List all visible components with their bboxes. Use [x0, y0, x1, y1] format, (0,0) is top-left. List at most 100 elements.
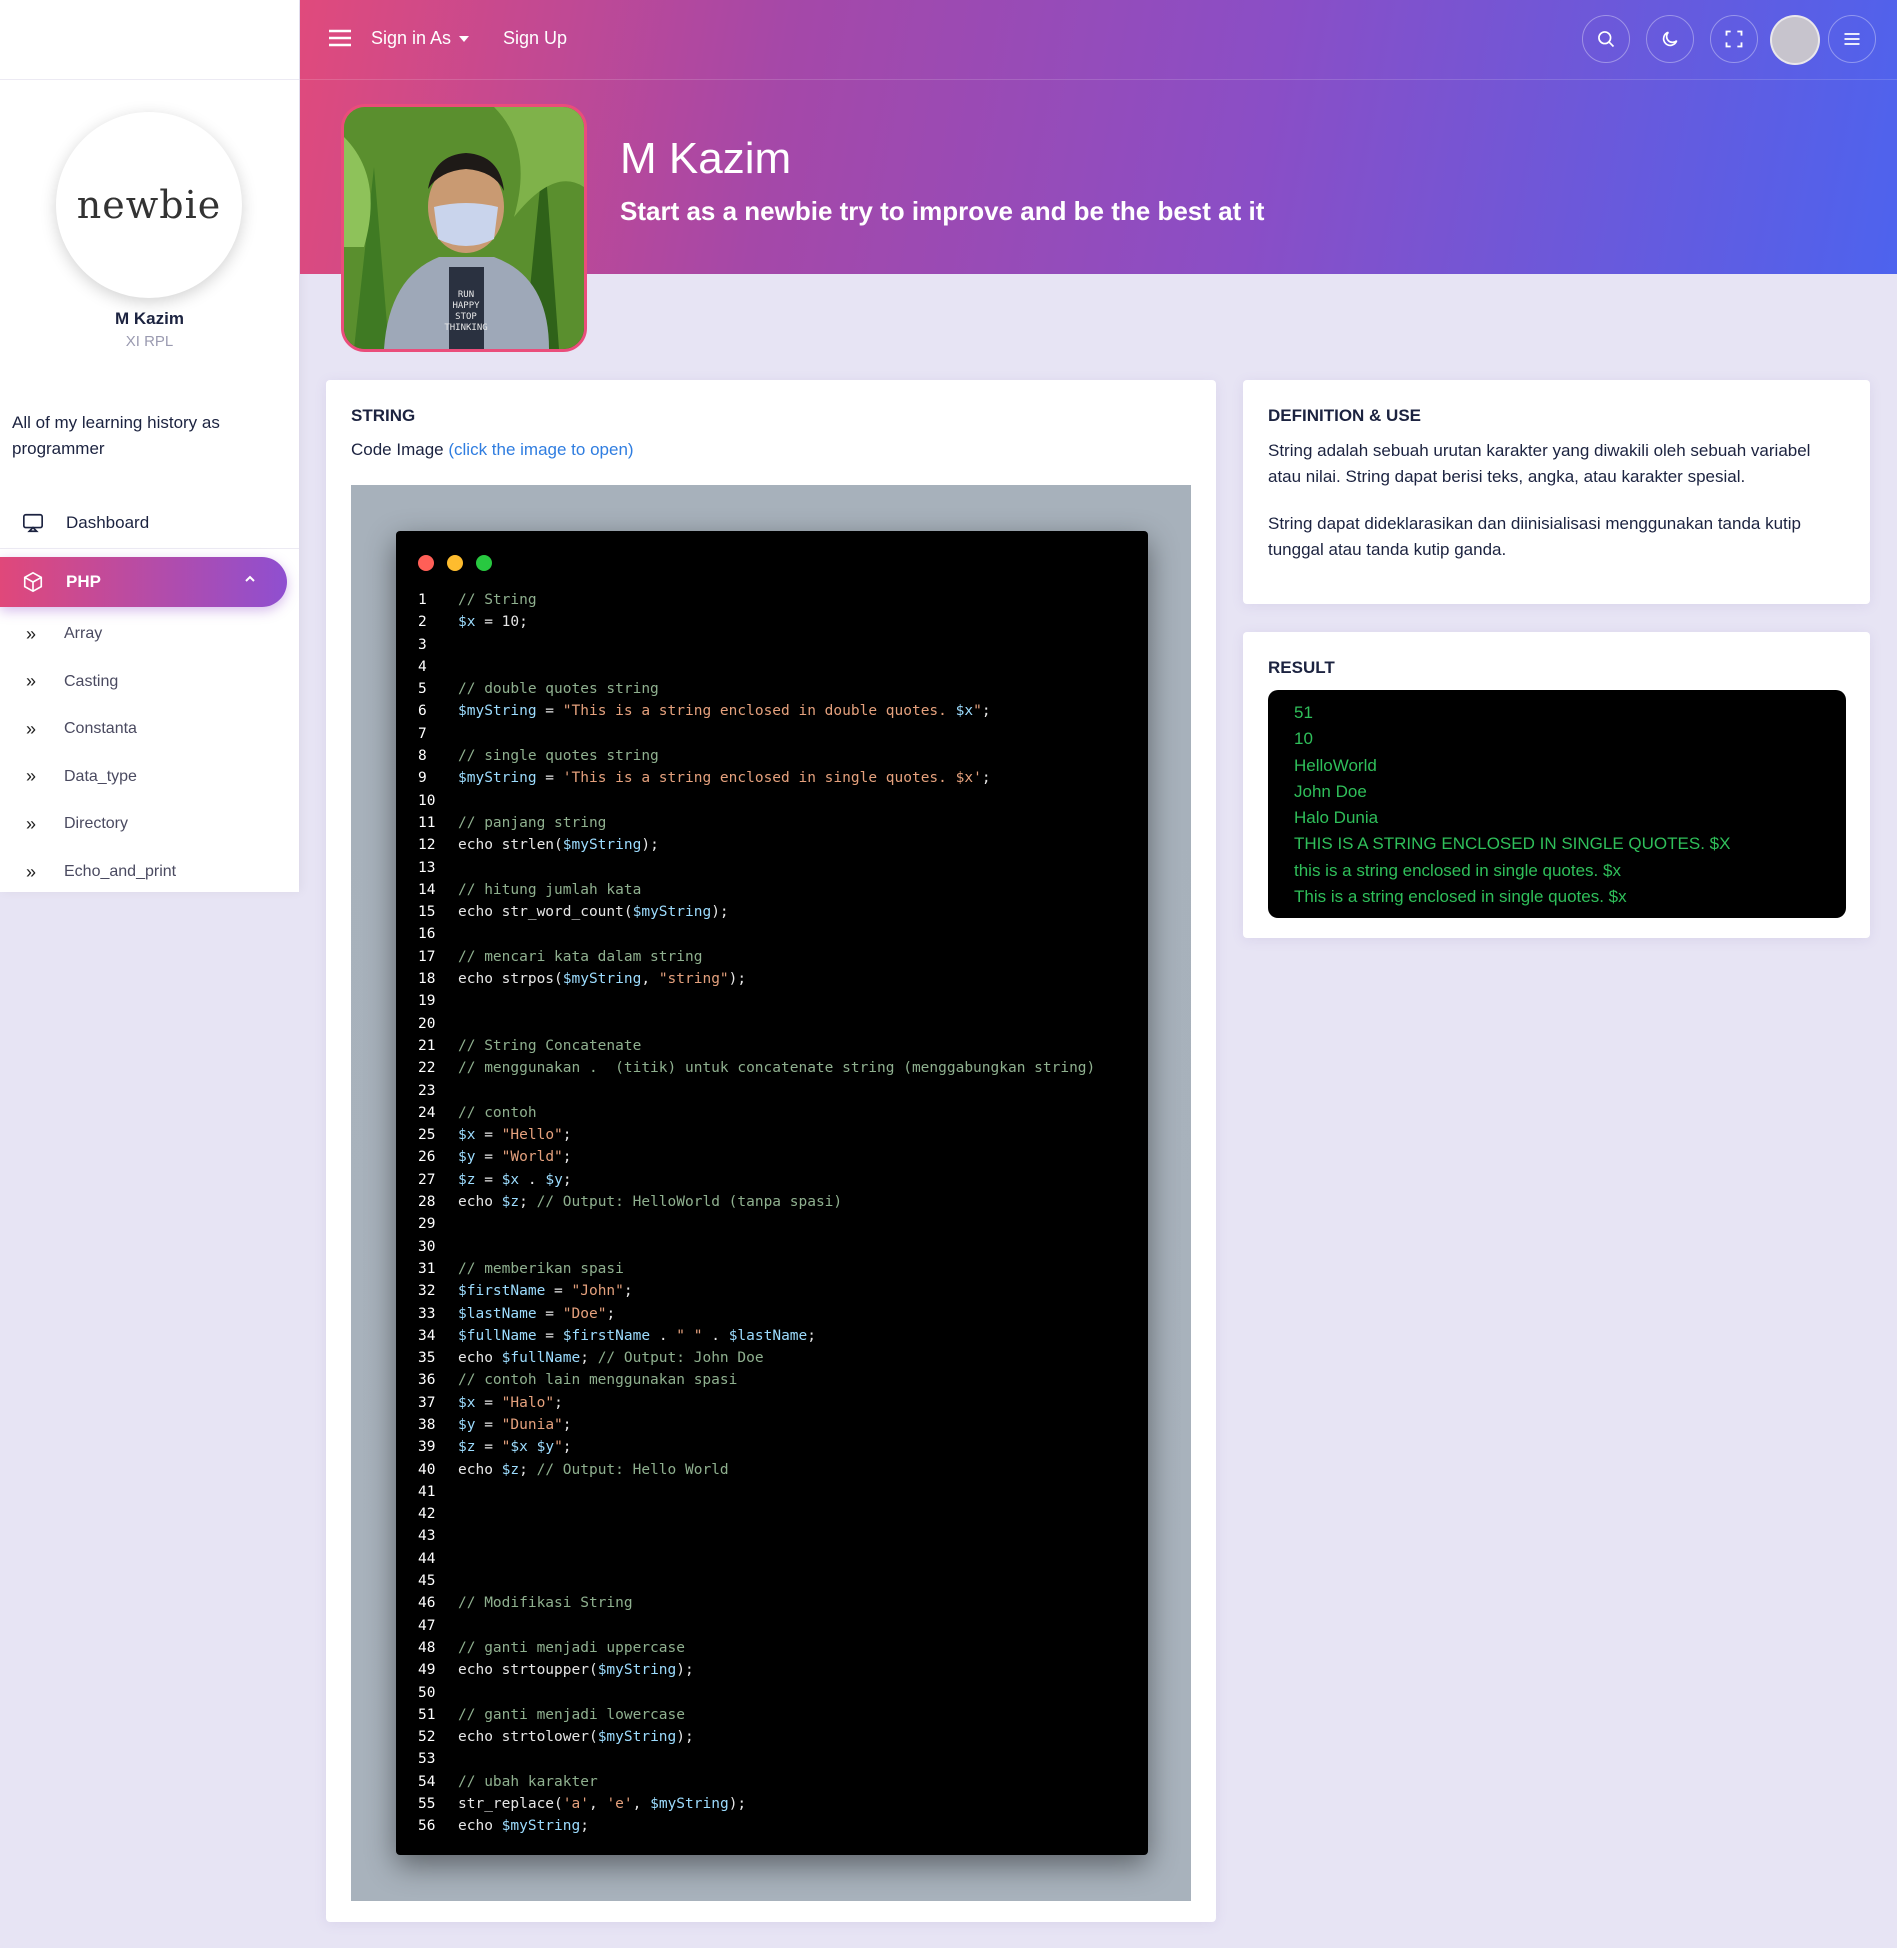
line-number: 9	[418, 770, 427, 787]
line-number: 6	[418, 703, 427, 720]
code-token: ;	[554, 1394, 563, 1411]
code-line: 45	[418, 1570, 1095, 1592]
sidebar-item-php[interactable]: PHP	[0, 557, 287, 607]
line-number: 30	[418, 1238, 436, 1255]
line-number: 26	[418, 1149, 436, 1166]
code-token: ,	[641, 971, 659, 988]
code-line: 44	[418, 1548, 1095, 1570]
code-line: 38 $y = "Dunia";	[418, 1414, 1095, 1436]
line-number: 10	[418, 792, 436, 809]
sidebar-subitem-casting[interactable]: » Casting	[0, 662, 299, 702]
fullscreen-button[interactable]	[1710, 15, 1758, 63]
line-number: 15	[418, 904, 436, 921]
sidebar-top-bar	[0, 0, 299, 80]
line-number: 8	[418, 748, 427, 765]
sidebar-subitem-label: Directory	[64, 815, 129, 833]
code-line: 14 // hitung jumlah kata	[418, 879, 1095, 901]
code-token: $z	[458, 1439, 476, 1456]
code-token: $lastName	[728, 1327, 808, 1344]
sidebar-subitem-array[interactable]: » Array	[0, 614, 299, 654]
code-token: echo	[458, 1818, 502, 1835]
line-number: 48	[418, 1639, 436, 1656]
svg-text:STOP: STOP	[455, 312, 477, 322]
code-lines: 1// String 2 $x = 10; 3 4 5// double quotes s…	[418, 589, 1095, 1838]
line-number: 56	[418, 1818, 436, 1835]
line-number: 28	[418, 1194, 436, 1211]
code-line: 56 echo $myString;	[418, 1815, 1095, 1837]
sidebar-description: All of my learning history as programmer	[12, 413, 220, 458]
code-token: ;	[580, 1350, 598, 1367]
code-token: $myString	[597, 1729, 677, 1746]
dark-mode-button[interactable]	[1646, 15, 1694, 63]
code-token: // contoh lain menggunakan spasi	[458, 1372, 738, 1389]
code-line: 26 $y = "World";	[418, 1146, 1095, 1168]
line-number: 45	[418, 1573, 436, 1590]
code-line: 25 $x = "Hello";	[418, 1124, 1095, 1146]
code-token: ;	[562, 1171, 572, 1188]
sidebar-subitem-directory[interactable]: » Directory	[0, 804, 299, 844]
code-token: str_replace(	[458, 1796, 563, 1813]
sidebar-subitem-data-type[interactable]: » Data_type	[0, 757, 299, 797]
code-line: 28 echo $z; // Output: HelloWorld (tanpa …	[418, 1191, 1095, 1213]
sidebar-subitem-label: Constanta	[64, 720, 137, 738]
code-token: "Halo"	[501, 1394, 555, 1411]
code-line: 39 $z = "$x $y";	[418, 1436, 1095, 1458]
line-number: 34	[418, 1327, 436, 1344]
code-token: ;	[562, 1439, 572, 1456]
line-number: 43	[418, 1528, 436, 1545]
code-token: ;	[519, 1461, 537, 1478]
profile-photo-image: RUN HAPPY STOP THINKING	[344, 107, 584, 349]
line-number: 7	[418, 725, 427, 742]
result-line: THIS IS A STRING ENCLOSED IN SINGLE QUOT…	[1294, 834, 1731, 854]
code-line: 4	[418, 656, 1095, 678]
sidebar-subitem-constanta[interactable]: » Constanta	[0, 709, 299, 749]
code-token: = 10;	[475, 614, 528, 631]
code-token: ;	[606, 1305, 616, 1322]
line-number: 11	[418, 814, 436, 831]
box-icon	[23, 571, 43, 593]
line-number: 32	[418, 1283, 436, 1300]
code-token: // menggunakan . (titik) untuk concatena…	[458, 1060, 1096, 1077]
sign-up-link[interactable]: Sign Up	[503, 28, 567, 49]
line-number: 13	[418, 859, 436, 876]
code-token: );	[728, 971, 747, 988]
code-token: echo strtoupper(	[458, 1662, 598, 1679]
code-token: echo str_word_count(	[458, 904, 633, 921]
sidebar-logo: newbie	[56, 112, 242, 298]
result-card: RESULT 51 10 HelloWorld John Doe Halo Dunia T…	[1243, 632, 1870, 938]
open-image-link[interactable]: (click the image to open)	[448, 440, 633, 459]
sign-in-as-dropdown[interactable]: Sign in As	[371, 28, 470, 49]
sidebar-item-dashboard[interactable]: Dashboard	[0, 498, 299, 549]
menu-button[interactable]	[1828, 15, 1876, 63]
code-token: "Dunia"	[501, 1416, 563, 1433]
code-image[interactable]: 1// String 2 $x = 10; 3 4 5// double quotes s…	[351, 485, 1191, 1901]
code-token: 'a'	[562, 1796, 589, 1813]
double-chevron-right-icon: »	[26, 813, 37, 834]
search-button[interactable]	[1582, 15, 1630, 63]
code-token: $myString	[458, 703, 537, 720]
line-number: 33	[418, 1305, 436, 1322]
code-token: );	[728, 1796, 747, 1813]
code-token: $firstName	[562, 1327, 651, 1344]
code-line: 35 echo $fullName; // Output: John Doe	[418, 1347, 1095, 1369]
code-line: 1 // String	[418, 589, 1095, 611]
maximize-dot-icon	[476, 555, 492, 571]
line-number: 46	[418, 1595, 436, 1612]
code-image-text: Code Image	[351, 440, 444, 459]
code-token: // mencari kata dalam string	[458, 948, 703, 965]
result-line: this is a string enclosed in single quot…	[1294, 860, 1621, 880]
code-token: $z	[458, 1171, 476, 1188]
string-card-title: STRING	[351, 406, 416, 425]
code-token: );	[641, 837, 659, 854]
hamburger-menu-icon[interactable]	[328, 28, 352, 48]
code-line: 17 // mencari kata dalam string	[418, 946, 1095, 968]
code-token: ;	[981, 703, 991, 720]
code-token: =	[475, 1149, 502, 1166]
line-number: 51	[418, 1706, 436, 1723]
code-token: // Output: HelloWorld (tanpa spasi)	[536, 1194, 843, 1211]
sidebar-subitem-echo-and-print[interactable]: » Echo_and_print	[0, 852, 299, 892]
line-number: 47	[418, 1617, 436, 1634]
definition-card-title: DEFINITION & USE	[1268, 406, 1422, 425]
user-avatar[interactable]	[1770, 15, 1820, 65]
code-token: "World"	[501, 1149, 563, 1166]
